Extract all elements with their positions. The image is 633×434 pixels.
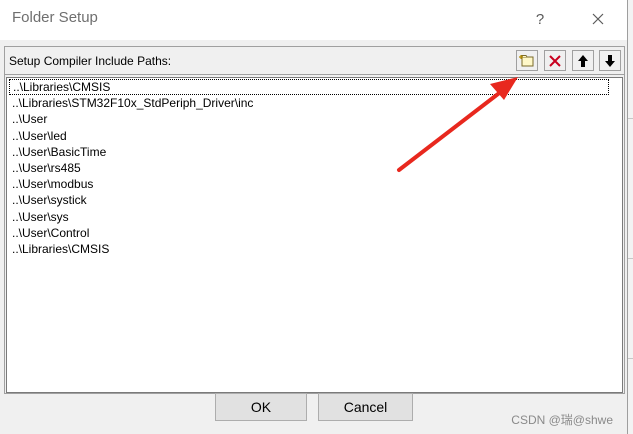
title-bar: Folder Setup ? xyxy=(0,0,627,40)
delete-x-icon xyxy=(549,54,561,67)
path-list-item[interactable]: ..\User\rs485 xyxy=(9,160,84,176)
new-path-button[interactable] xyxy=(516,50,538,71)
close-icon xyxy=(592,13,604,25)
include-paths-list[interactable]: ..\Libraries\CMSIS ..\Libraries\STM32F10x… xyxy=(6,77,623,393)
arrow-down-icon xyxy=(605,54,615,67)
window-title: Folder Setup xyxy=(12,9,98,26)
move-down-button[interactable] xyxy=(599,50,621,71)
path-list-item[interactable]: ..\User\BasicTime xyxy=(9,144,109,160)
path-list-item[interactable]: ..\User xyxy=(9,111,50,127)
path-list-item[interactable]: ..\User\sys xyxy=(9,209,72,225)
ok-button[interactable]: OK xyxy=(215,393,307,421)
background-window-edge xyxy=(628,0,633,434)
background-divider xyxy=(628,258,633,259)
dialog-client-area: Setup Compiler Include Paths: ..\Librari… xyxy=(0,40,627,434)
path-list-item[interactable]: ..\User\Control xyxy=(9,225,92,241)
watermark: CSDN @瑞@shwe xyxy=(511,413,613,427)
path-list-item[interactable]: ..\Libraries\CMSIS xyxy=(9,79,609,95)
path-list-item[interactable]: ..\Libraries\CMSIS xyxy=(9,241,112,257)
include-paths-label: Setup Compiler Include Paths: xyxy=(9,54,172,68)
path-list-item[interactable]: ..\User\systick xyxy=(9,192,90,208)
include-paths-header: Setup Compiler Include Paths: xyxy=(5,47,624,75)
background-divider xyxy=(628,118,633,119)
help-button[interactable]: ? xyxy=(517,0,563,38)
close-button[interactable] xyxy=(575,0,621,38)
arrow-up-icon xyxy=(578,54,588,67)
delete-path-button[interactable] xyxy=(544,50,566,71)
path-list-item[interactable]: ..\Libraries\STM32F10x_StdPeriph_Driver\… xyxy=(9,95,256,111)
cancel-button[interactable]: Cancel xyxy=(318,393,413,421)
path-list-item[interactable]: ..\User\modbus xyxy=(9,176,96,192)
folder-setup-dialog: Folder Setup ? Setup Compiler Include Pa… xyxy=(0,0,628,434)
include-paths-group: Setup Compiler Include Paths: ..\Librari… xyxy=(4,46,625,394)
path-list-item[interactable]: ..\User\led xyxy=(9,128,70,144)
help-icon: ? xyxy=(535,10,545,28)
background-divider xyxy=(628,358,633,359)
new-folder-icon xyxy=(519,54,534,66)
move-up-button[interactable] xyxy=(572,50,594,71)
